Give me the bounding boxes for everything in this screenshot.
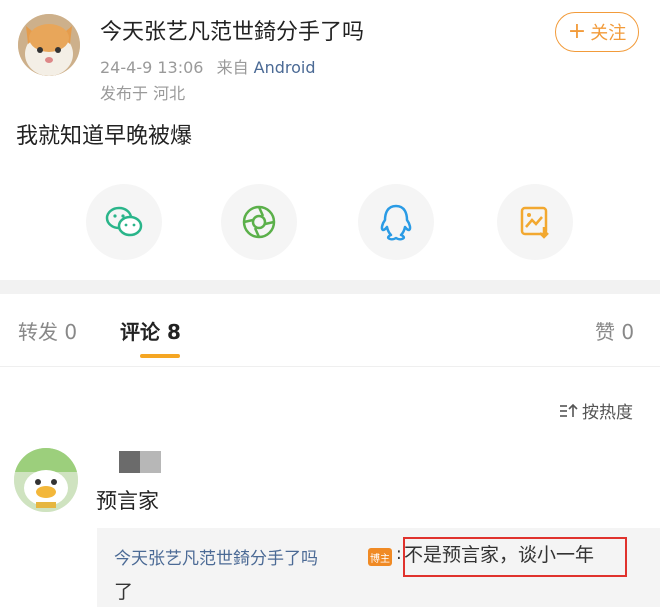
highlight-box <box>403 537 627 577</box>
moments-icon <box>242 205 276 239</box>
post-source: Android <box>253 58 316 77</box>
section-divider <box>0 280 660 294</box>
comment-text: 预言家 <box>96 489 159 513</box>
reply-author-name[interactable]: 今天张艺凡范世錡分手了吗 <box>114 544 318 569</box>
share-moments-button[interactable] <box>221 184 297 260</box>
post-author-name[interactable]: 今天张艺凡范世錡分手了吗 <box>100 14 364 46</box>
tab-like[interactable]: 赞 0 <box>595 316 634 345</box>
duck-avatar-image <box>14 448 78 512</box>
follow-label: 关注 <box>590 23 627 44</box>
sort-icon <box>560 403 578 417</box>
commenter-name-redacted <box>119 451 161 473</box>
share-wechat-button[interactable] <box>86 184 162 260</box>
tab-repost[interactable]: 转发 0 <box>18 316 77 345</box>
plus-icon: + <box>567 19 587 44</box>
qq-icon <box>380 204 412 241</box>
cat-avatar-image <box>18 14 80 76</box>
post-location: 发布于 河北 <box>100 84 186 103</box>
share-qq-button[interactable] <box>358 184 434 260</box>
follow-button[interactable]: + 关注 <box>555 12 639 52</box>
save-image-button[interactable] <box>497 184 573 260</box>
tabs-divider <box>0 366 660 367</box>
post-meta: 24-4-9 13:06 来自 Android <box>100 54 316 78</box>
source-prefix: 来自 <box>216 58 249 77</box>
post-time: 24-4-9 13:06 <box>100 58 204 77</box>
sort-label: 按热度 <box>582 403 633 423</box>
author-badge: 博主 <box>368 548 392 566</box>
tab-comment[interactable]: 评论 8 <box>120 316 181 345</box>
sort-by-hot-button[interactable]: 按热度 <box>558 398 633 423</box>
reply-colon: : <box>396 544 402 564</box>
reply-text-continuation: 了 <box>114 581 134 603</box>
active-tab-indicator <box>140 354 180 358</box>
avatar[interactable] <box>18 14 80 76</box>
commenter-avatar[interactable] <box>14 448 78 512</box>
post-text: 我就知道早晚被爆 <box>16 124 193 149</box>
wechat-icon <box>105 206 143 237</box>
save-image-icon <box>520 206 549 239</box>
